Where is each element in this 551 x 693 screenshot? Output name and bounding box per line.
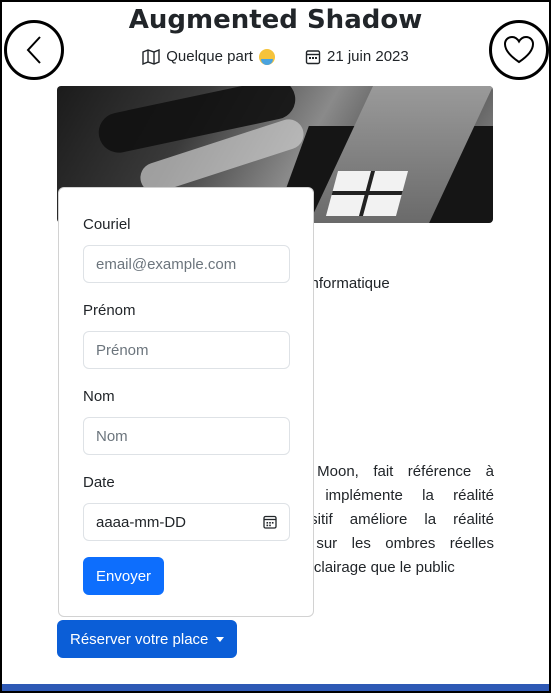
reserve-dropdown-button[interactable]: Réserver votre place — [57, 620, 238, 658]
event-description: on Moon, fait référence à qui implémente… — [286, 460, 494, 580]
map-icon — [142, 48, 160, 65]
reserve-button-label: Réserver votre place — [70, 630, 209, 648]
calendar-icon — [305, 49, 321, 64]
calendar-picker-icon[interactable] — [263, 515, 277, 529]
description-line: qui implémente la réalité — [286, 487, 494, 504]
page-title: Augmented Shadow — [128, 5, 423, 35]
firstname-label: Prénom — [83, 302, 136, 319]
chevron-left-icon — [26, 36, 41, 64]
date-label: Date — [83, 474, 115, 491]
location-text: Quelque part — [166, 48, 253, 65]
favorite-button[interactable] — [489, 20, 549, 80]
date-field-value: aaaa-mm-DD — [96, 513, 187, 531]
bottom-bar — [2, 684, 549, 691]
location: Quelque part — [142, 48, 275, 65]
email-label: Couriel — [83, 216, 131, 233]
email-field[interactable] — [83, 245, 290, 283]
description-line: spositif améliore la réalité — [286, 511, 494, 528]
reservation-form: Couriel Prénom Nom Date aaaa-mm-DD Envoy… — [58, 187, 314, 617]
date-field[interactable]: aaaa-mm-DD — [83, 503, 290, 541]
heart-icon — [503, 35, 535, 64]
event-date-text: 21 juin 2023 — [326, 48, 409, 65]
lastname-label: Nom — [83, 388, 115, 405]
submit-button[interactable]: Envoyer — [83, 557, 165, 595]
caret-down-icon — [216, 636, 225, 642]
description-line: on Moon, fait référence à — [286, 463, 494, 480]
page: Augmented Shadow Quelque part 21 juin 20… — [2, 2, 549, 691]
lastname-field[interactable] — [83, 417, 290, 455]
event-meta: Quelque part 21 juin 2023 — [2, 48, 549, 65]
event-date: 21 juin 2023 — [305, 48, 409, 65]
back-button[interactable] — [4, 20, 64, 80]
description-line: f d'éclairage que le public — [286, 559, 455, 576]
firstname-field[interactable] — [83, 331, 290, 369]
person-emoji-icon — [258, 48, 275, 65]
description-line: es sur les ombres réelles — [286, 535, 494, 552]
